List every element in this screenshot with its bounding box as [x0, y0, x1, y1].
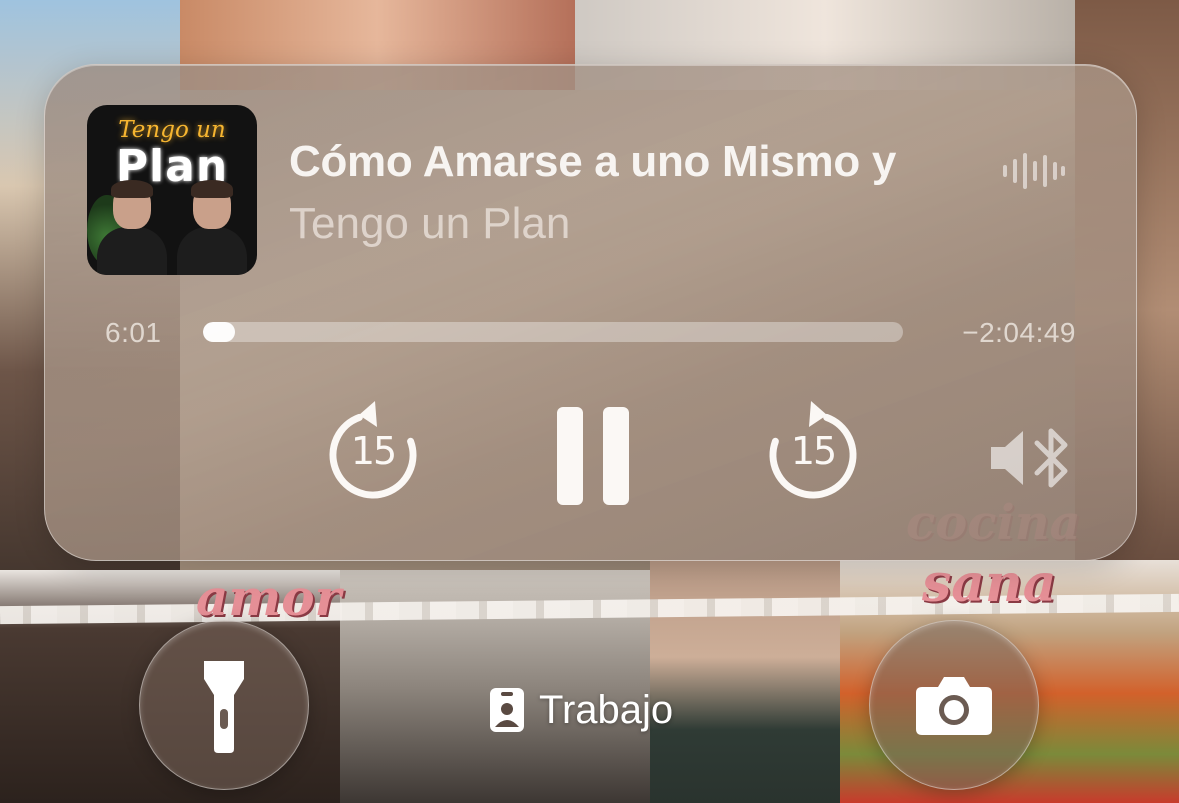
flashlight-icon: [204, 661, 244, 753]
track-title-container: Cómo Amarse a uno Mismo y: [289, 137, 971, 193]
artwork-neon-text: Tengo un: [118, 117, 226, 143]
podcast-artwork[interactable]: Tengo un Plan: [87, 105, 257, 275]
skip-back-button[interactable]: 15: [323, 395, 423, 505]
wallpaper-word-amor: amor: [196, 568, 341, 627]
wallpaper-tile-fitness: [650, 560, 840, 803]
speaker-bluetooth-icon: [991, 428, 1068, 488]
focus-mode-indicator[interactable]: Trabajo: [489, 684, 673, 736]
skip-back-seconds: 15: [350, 429, 397, 473]
camera-icon: [916, 677, 992, 735]
camera-button[interactable]: [869, 620, 1039, 790]
podcast-name[interactable]: Tengo un Plan: [289, 199, 570, 249]
artwork-host-left: [93, 180, 171, 275]
audio-output-button[interactable]: [985, 425, 1081, 491]
artwork-host-right: [173, 180, 251, 275]
skip-forward-seconds: 15: [790, 429, 837, 473]
track-title: Cómo Amarse a uno Mismo y: [289, 137, 896, 186]
audio-waveform-icon: [1003, 153, 1065, 189]
progress-scrubber[interactable]: [203, 322, 903, 342]
time-elapsed: 6:01: [105, 317, 162, 348]
time-remaining: −2:04:49: [962, 317, 1076, 348]
lock-screen: amor cocina sana Tengo un Plan Cómo Amar…: [0, 0, 1179, 803]
flashlight-button[interactable]: [139, 620, 309, 790]
person-badge-icon: [490, 688, 524, 732]
pause-button[interactable]: [551, 403, 635, 509]
progress-fill: [203, 322, 236, 342]
focus-mode-label: Trabajo: [539, 687, 674, 732]
now-playing-widget[interactable]: Tengo un Plan Cómo Amarse a uno Mismo y: [44, 64, 1137, 561]
wallpaper-word-sana: sana: [922, 553, 1057, 614]
pause-icon: [557, 407, 629, 505]
skip-forward-button[interactable]: 15: [763, 395, 863, 505]
